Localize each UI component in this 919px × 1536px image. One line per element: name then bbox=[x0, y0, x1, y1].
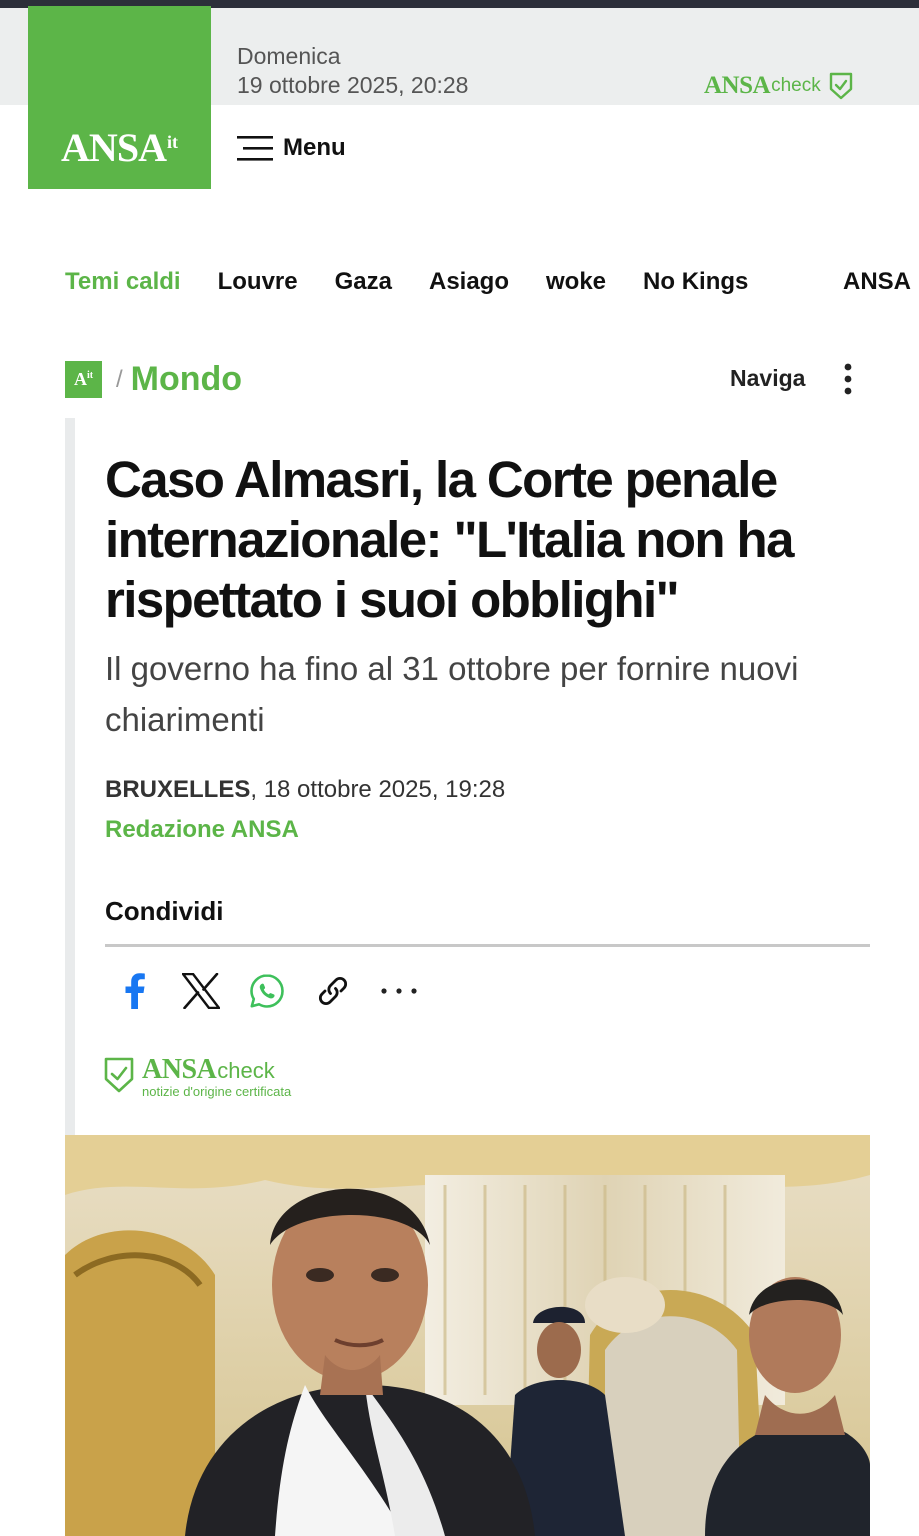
share-label: Condividi bbox=[105, 896, 224, 926]
copy-link-button[interactable] bbox=[310, 968, 356, 1014]
topic-no-kings[interactable]: No Kings bbox=[643, 268, 748, 296]
ansa-check-link[interactable]: ANSA check bbox=[704, 72, 853, 100]
topic-temi-caldi[interactable]: Temi caldi bbox=[65, 268, 181, 296]
article-photo bbox=[65, 1135, 870, 1536]
breadcrumb: Ait / Mondo bbox=[65, 360, 242, 399]
article-dateline: BRUXELLES, 18 ottobre 2025, 19:28 bbox=[105, 776, 505, 804]
x-share-button[interactable] bbox=[178, 968, 224, 1014]
ansa-check-badge[interactable]: ANSA check notizie d'origine certificata bbox=[104, 1056, 291, 1099]
badge-word: check bbox=[217, 1058, 275, 1083]
article-date: , 18 ottobre 2025, 19:28 bbox=[250, 776, 506, 803]
facebook-icon bbox=[125, 973, 145, 1009]
topic-gaza[interactable]: Gaza bbox=[335, 268, 392, 296]
ansa-logo[interactable]: ANSA it bbox=[28, 6, 211, 189]
hamburger-icon bbox=[237, 136, 273, 161]
badge-subtitle: notizie d'origine certificata bbox=[142, 1084, 292, 1099]
breadcrumb-logo-letter: A bbox=[73, 369, 87, 389]
article-place: BRUXELLES bbox=[105, 776, 251, 803]
current-date: Domenica 19 ottobre 2025, 20:28 bbox=[237, 42, 468, 100]
shield-check-icon bbox=[104, 1057, 134, 1093]
current-datetime: 19 ottobre 2025, 20:28 bbox=[237, 72, 469, 98]
logo-text: ANSA bbox=[61, 125, 167, 170]
logo-suffix: it bbox=[166, 132, 178, 152]
breadcrumb-logo-sup: it bbox=[86, 370, 94, 381]
breadcrumb-separator: / bbox=[116, 365, 123, 393]
share-buttons bbox=[112, 968, 442, 1014]
article-title: Caso Almasri, la Corte penale internazio… bbox=[105, 451, 794, 628]
share-divider bbox=[105, 944, 870, 947]
link-icon bbox=[318, 976, 348, 1006]
badge-text: ANSA check notizie d'origine certificata bbox=[142, 1056, 292, 1100]
naviga-button[interactable]: Naviga bbox=[730, 365, 805, 392]
article-side-rule bbox=[65, 418, 75, 1138]
badge-title: ANSA check bbox=[142, 1056, 291, 1085]
breadcrumb-section[interactable]: Mondo bbox=[131, 360, 242, 399]
whatsapp-share-button[interactable] bbox=[244, 968, 290, 1014]
menu-button[interactable]: Menu bbox=[237, 134, 346, 162]
article-subtitle: Il governo ha fino al 31 ottobre per for… bbox=[105, 650, 799, 738]
topic-asiago[interactable]: Asiago bbox=[429, 268, 509, 296]
article-author[interactable]: Redazione ANSA bbox=[105, 816, 299, 844]
more-share-button[interactable] bbox=[376, 968, 422, 1014]
article-photo-illustration bbox=[65, 1135, 870, 1536]
ansa-check-word: check bbox=[771, 75, 821, 96]
topic-woke[interactable]: woke bbox=[546, 268, 606, 296]
hot-topics-bar: Temi caldi Louvre Gaza Asiago woke No Ki… bbox=[65, 268, 785, 296]
menu-label: Menu bbox=[283, 134, 346, 161]
shield-check-icon bbox=[829, 72, 852, 100]
topic-louvre[interactable]: Louvre bbox=[218, 268, 298, 296]
x-icon bbox=[182, 973, 220, 1009]
more-vertical-icon[interactable] bbox=[838, 362, 858, 396]
badge-brand: ANSA bbox=[142, 1054, 217, 1085]
current-day: Domenica bbox=[237, 43, 341, 69]
ansa-check-brand: ANSA bbox=[704, 72, 771, 99]
facebook-share-button[interactable] bbox=[112, 968, 158, 1014]
more-icon bbox=[381, 988, 417, 994]
breadcrumb-home-logo[interactable]: Ait bbox=[65, 361, 102, 398]
whatsapp-icon bbox=[250, 974, 284, 1008]
topic-ansa[interactable]: ANSA bbox=[843, 268, 911, 296]
